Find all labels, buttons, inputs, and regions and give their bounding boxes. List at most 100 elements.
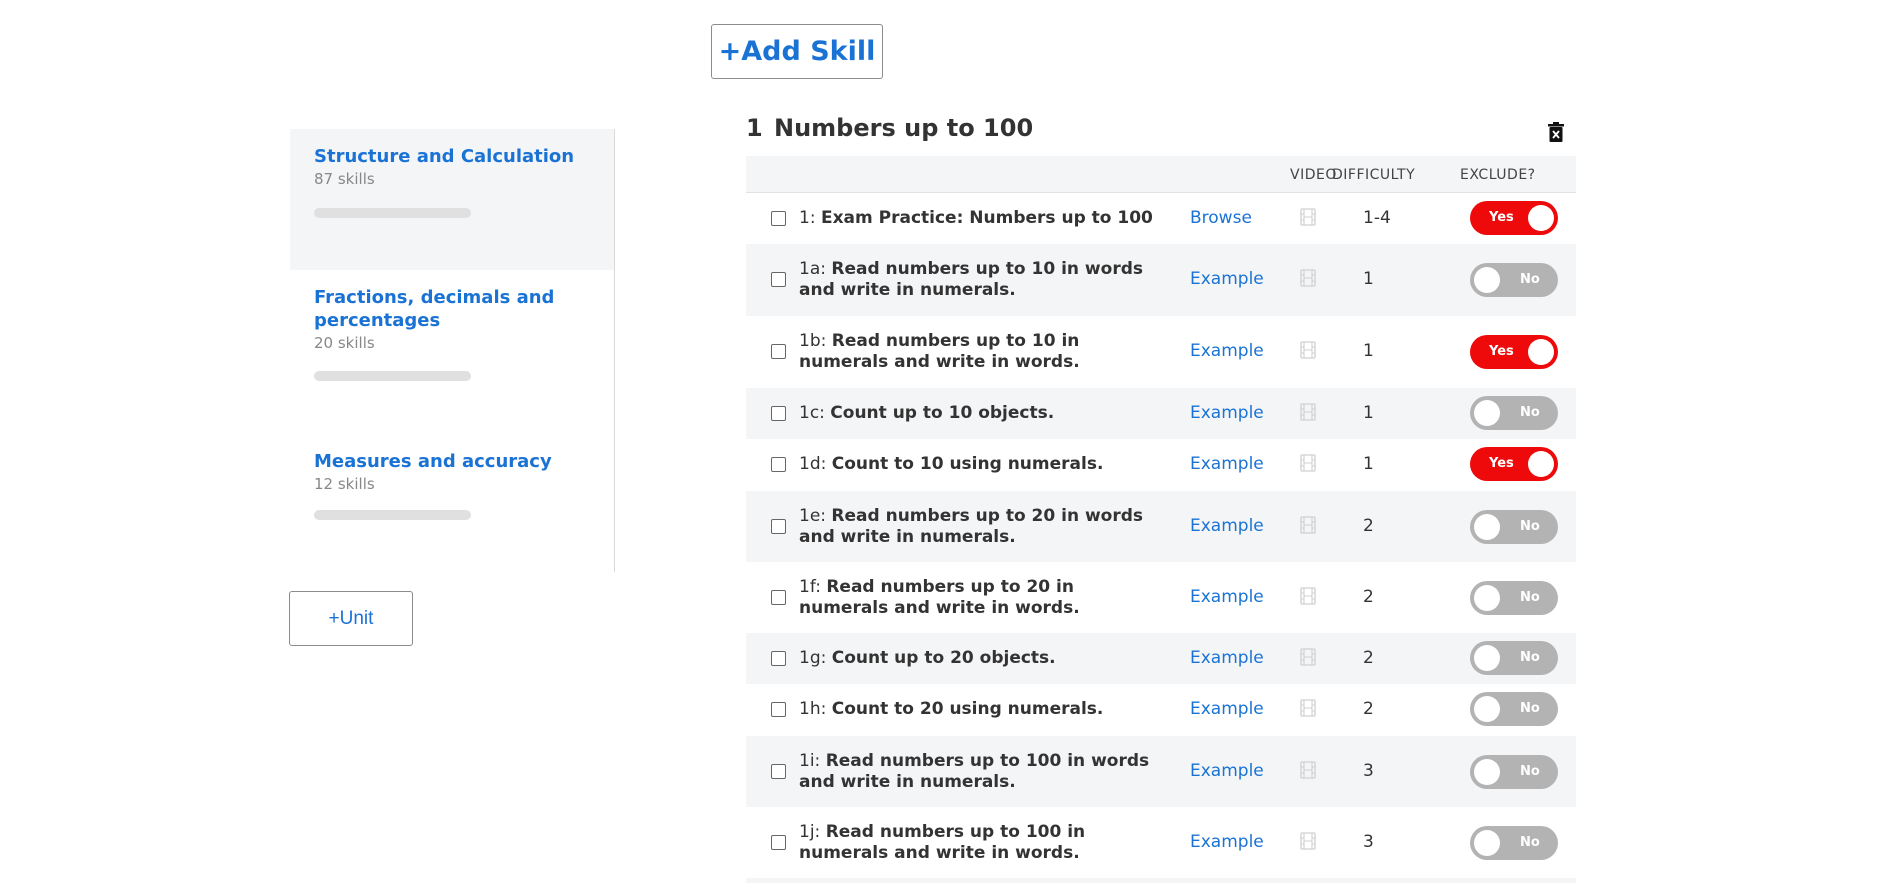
toggle-label: No	[1520, 835, 1540, 850]
toggle-label: Yes	[1489, 344, 1514, 359]
difficulty-value: 1	[1363, 341, 1374, 361]
example-link[interactable]: Example	[1190, 648, 1264, 668]
table-row: 1j: Read numbers up to 100 in numerals a…	[746, 807, 1576, 878]
exclude-toggle[interactable]: No	[1470, 581, 1558, 615]
video-film-icon[interactable]	[1300, 699, 1316, 717]
video-film-icon[interactable]	[1300, 208, 1316, 226]
difficulty-column-header: DIFFICULTY	[1332, 167, 1416, 183]
browse-link[interactable]: Browse	[1190, 208, 1252, 228]
video-film-icon[interactable]	[1300, 403, 1316, 421]
toggle-label: No	[1520, 650, 1540, 665]
row-checkbox[interactable]	[771, 272, 786, 287]
unit-progress-bar	[314, 510, 471, 520]
example-link[interactable]: Example	[1190, 454, 1264, 474]
skill-name: Count up to 20 objects.	[831, 648, 1056, 668]
unit-sidebar: Structure and Calculation 87 skills Frac…	[290, 129, 615, 572]
unit-title[interactable]: Measures and accuracy	[314, 450, 590, 473]
toggle-knob	[1528, 205, 1554, 231]
table-row: 1b: Read numbers up to 10 in numerals an…	[746, 316, 1576, 388]
skills-table: VIDEO DIFFICULTY EXCLUDE? 1: Exam Practi…	[746, 156, 1576, 883]
row-checkbox[interactable]	[771, 835, 786, 850]
exclude-toggle[interactable]: Yes	[1470, 335, 1558, 369]
example-link[interactable]: Example	[1190, 516, 1264, 536]
toggle-label: Yes	[1489, 456, 1514, 471]
section-number: 1	[746, 114, 763, 142]
example-link[interactable]: Example	[1190, 761, 1264, 781]
row-checkbox[interactable]	[771, 764, 786, 779]
skill-label: 1c: Count up to 10 objects.	[799, 403, 1169, 424]
skill-code: 1:	[799, 208, 816, 228]
row-checkbox[interactable]	[771, 702, 786, 717]
add-skill-button[interactable]: +Add Skill	[711, 24, 883, 79]
video-film-icon[interactable]	[1300, 832, 1316, 850]
table-row	[746, 878, 1576, 883]
unit-progress-bar	[314, 208, 471, 218]
skill-name: Read numbers up to 10 in words and write…	[799, 259, 1143, 300]
row-checkbox[interactable]	[771, 590, 786, 605]
video-film-icon[interactable]	[1300, 761, 1316, 779]
video-film-icon[interactable]	[1300, 587, 1316, 605]
exclude-toggle[interactable]: Yes	[1470, 201, 1558, 235]
toggle-knob	[1474, 585, 1500, 611]
trash-icon[interactable]	[1548, 122, 1564, 142]
example-link[interactable]: Example	[1190, 403, 1264, 423]
row-checkbox[interactable]	[771, 651, 786, 666]
video-film-icon[interactable]	[1300, 454, 1316, 472]
skill-label: 1j: Read numbers up to 100 in numerals a…	[799, 822, 1169, 864]
exclude-toggle[interactable]: No	[1470, 755, 1558, 789]
exclude-toggle[interactable]: No	[1470, 692, 1558, 726]
sidebar-unit-measures-and-accuracy[interactable]: Measures and accuracy 12 skills	[290, 434, 614, 572]
table-row: 1d: Count to 10 using numerals. Example …	[746, 439, 1576, 491]
row-checkbox[interactable]	[771, 457, 786, 472]
skill-label: 1g: Count up to 20 objects.	[799, 648, 1169, 669]
skill-code: 1f:	[799, 577, 821, 597]
toggle-knob	[1528, 339, 1554, 365]
row-checkbox[interactable]	[771, 211, 786, 226]
exclude-toggle[interactable]: No	[1470, 826, 1558, 860]
skill-code: 1b:	[799, 331, 827, 351]
video-film-icon[interactable]	[1300, 648, 1316, 666]
exclude-toggle[interactable]: No	[1470, 510, 1558, 544]
row-checkbox[interactable]	[771, 344, 786, 359]
toggle-knob	[1528, 451, 1554, 477]
sidebar-unit-structure-and-calculation[interactable]: Structure and Calculation 87 skills	[290, 129, 614, 270]
skill-label: 1e: Read numbers up to 20 in words and w…	[799, 506, 1169, 548]
exclude-toggle[interactable]: Yes	[1470, 447, 1558, 481]
add-unit-button[interactable]: +Unit	[289, 591, 413, 646]
difficulty-value: 3	[1363, 761, 1374, 781]
unit-title[interactable]: Fractions, decimals and percentages	[314, 286, 590, 332]
table-row: 1f: Read numbers up to 20 in numerals an…	[746, 562, 1576, 633]
toggle-label: No	[1520, 272, 1540, 287]
skill-code: 1h:	[799, 699, 827, 719]
difficulty-value: 2	[1363, 699, 1374, 719]
example-link[interactable]: Example	[1190, 269, 1264, 289]
example-link[interactable]: Example	[1190, 587, 1264, 607]
row-checkbox[interactable]	[771, 519, 786, 534]
difficulty-value: 3	[1363, 832, 1374, 852]
sidebar-unit-fractions-decimals-percentages[interactable]: Fractions, decimals and percentages 20 s…	[290, 270, 614, 434]
table-row: 1c: Count up to 10 objects. Example 1 No	[746, 388, 1576, 439]
difficulty-value: 1	[1363, 269, 1374, 289]
exclude-toggle[interactable]: No	[1470, 263, 1558, 297]
table-header: VIDEO DIFFICULTY EXCLUDE?	[746, 156, 1576, 193]
exclude-toggle[interactable]: No	[1470, 641, 1558, 675]
skill-code: 1c:	[799, 403, 825, 423]
video-film-icon[interactable]	[1300, 269, 1316, 287]
example-link[interactable]: Example	[1190, 832, 1264, 852]
video-column-header: VIDEO	[1290, 167, 1337, 183]
toggle-label: No	[1520, 405, 1540, 420]
toggle-knob	[1474, 696, 1500, 722]
unit-title[interactable]: Structure and Calculation	[314, 145, 590, 168]
toggle-label: Yes	[1489, 210, 1514, 225]
video-film-icon[interactable]	[1300, 341, 1316, 359]
skill-name: Count up to 10 objects.	[830, 403, 1055, 423]
exclude-column-header: EXCLUDE?	[1460, 167, 1536, 183]
video-film-icon[interactable]	[1300, 516, 1316, 534]
toggle-label: No	[1520, 519, 1540, 534]
exclude-toggle[interactable]: No	[1470, 396, 1558, 430]
row-checkbox[interactable]	[771, 406, 786, 421]
toggle-knob	[1474, 759, 1500, 785]
difficulty-value: 1	[1363, 454, 1374, 474]
example-link[interactable]: Example	[1190, 699, 1264, 719]
example-link[interactable]: Example	[1190, 341, 1264, 361]
